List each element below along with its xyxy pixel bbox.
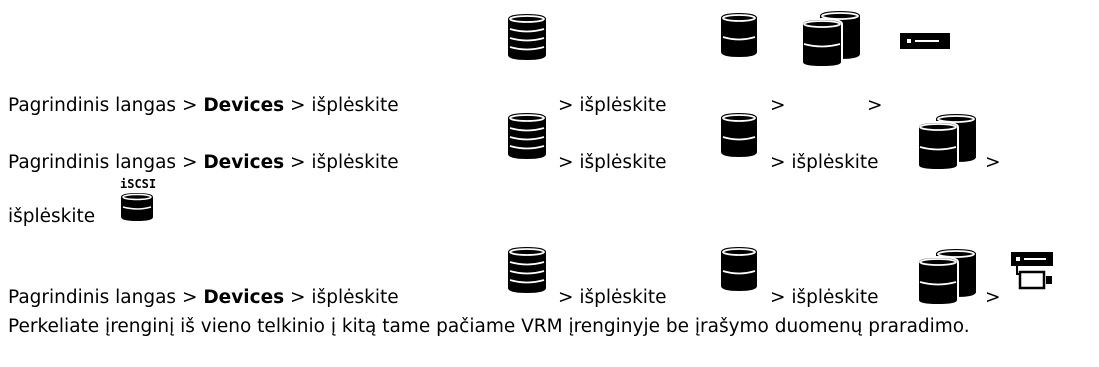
- devices-label: Devices: [203, 95, 285, 116]
- path-text: > išplėskite: [558, 95, 667, 116]
- storage-pool-icon: [719, 246, 759, 292]
- path-text: >: [985, 152, 1001, 173]
- path-text: > išplėskite: [284, 287, 399, 308]
- path-text: >: [985, 287, 1001, 308]
- path-text: >: [867, 95, 883, 116]
- iscsi-device-icon: iSCSI: [120, 177, 157, 222]
- path-text: > išplėskite: [558, 287, 667, 308]
- devices-label: Devices: [203, 152, 285, 173]
- vrm-server-icon: [505, 112, 549, 160]
- iscsi-label: iSCSI: [120, 177, 157, 191]
- description: Perkeliate įrenginį iš vieno telkinio į …: [8, 316, 970, 337]
- vrm-server-icon: [505, 13, 549, 61]
- path-line-2-continuation: išplėskite: [8, 206, 96, 227]
- path-text: > išplėskite: [770, 152, 879, 173]
- path-text: Pagrindinis langas >: [8, 95, 204, 116]
- storage-pool-icon: [719, 12, 759, 58]
- iscsi-device-group-icon: [916, 248, 980, 306]
- path-text: >: [770, 95, 786, 116]
- path-line-2: Pagrindinis langas > Devices > išplėskit…: [8, 151, 399, 175]
- recording-device-icon: [900, 33, 950, 49]
- devices-label: Devices: [203, 287, 285, 308]
- path-line-3: Pagrindinis langas > Devices > išplėskit…: [8, 286, 399, 310]
- move-device-icon: [1008, 250, 1056, 294]
- path-text: > išplėskite: [284, 95, 399, 116]
- path-text: > išplėskite: [770, 287, 879, 308]
- path-text: Pagrindinis langas >: [8, 287, 204, 308]
- path-text: > išplėskite: [284, 152, 399, 173]
- storage-pool-icon: [719, 112, 759, 158]
- path-text: > išplėskite: [558, 152, 667, 173]
- iscsi-device-group-icon: [800, 10, 864, 68]
- vrm-server-icon: [505, 246, 549, 294]
- path-line-1: Pagrindinis langas > Devices > išplėskit…: [8, 94, 399, 118]
- path-text: Pagrindinis langas >: [8, 152, 204, 173]
- iscsi-device-group-icon: [916, 113, 980, 171]
